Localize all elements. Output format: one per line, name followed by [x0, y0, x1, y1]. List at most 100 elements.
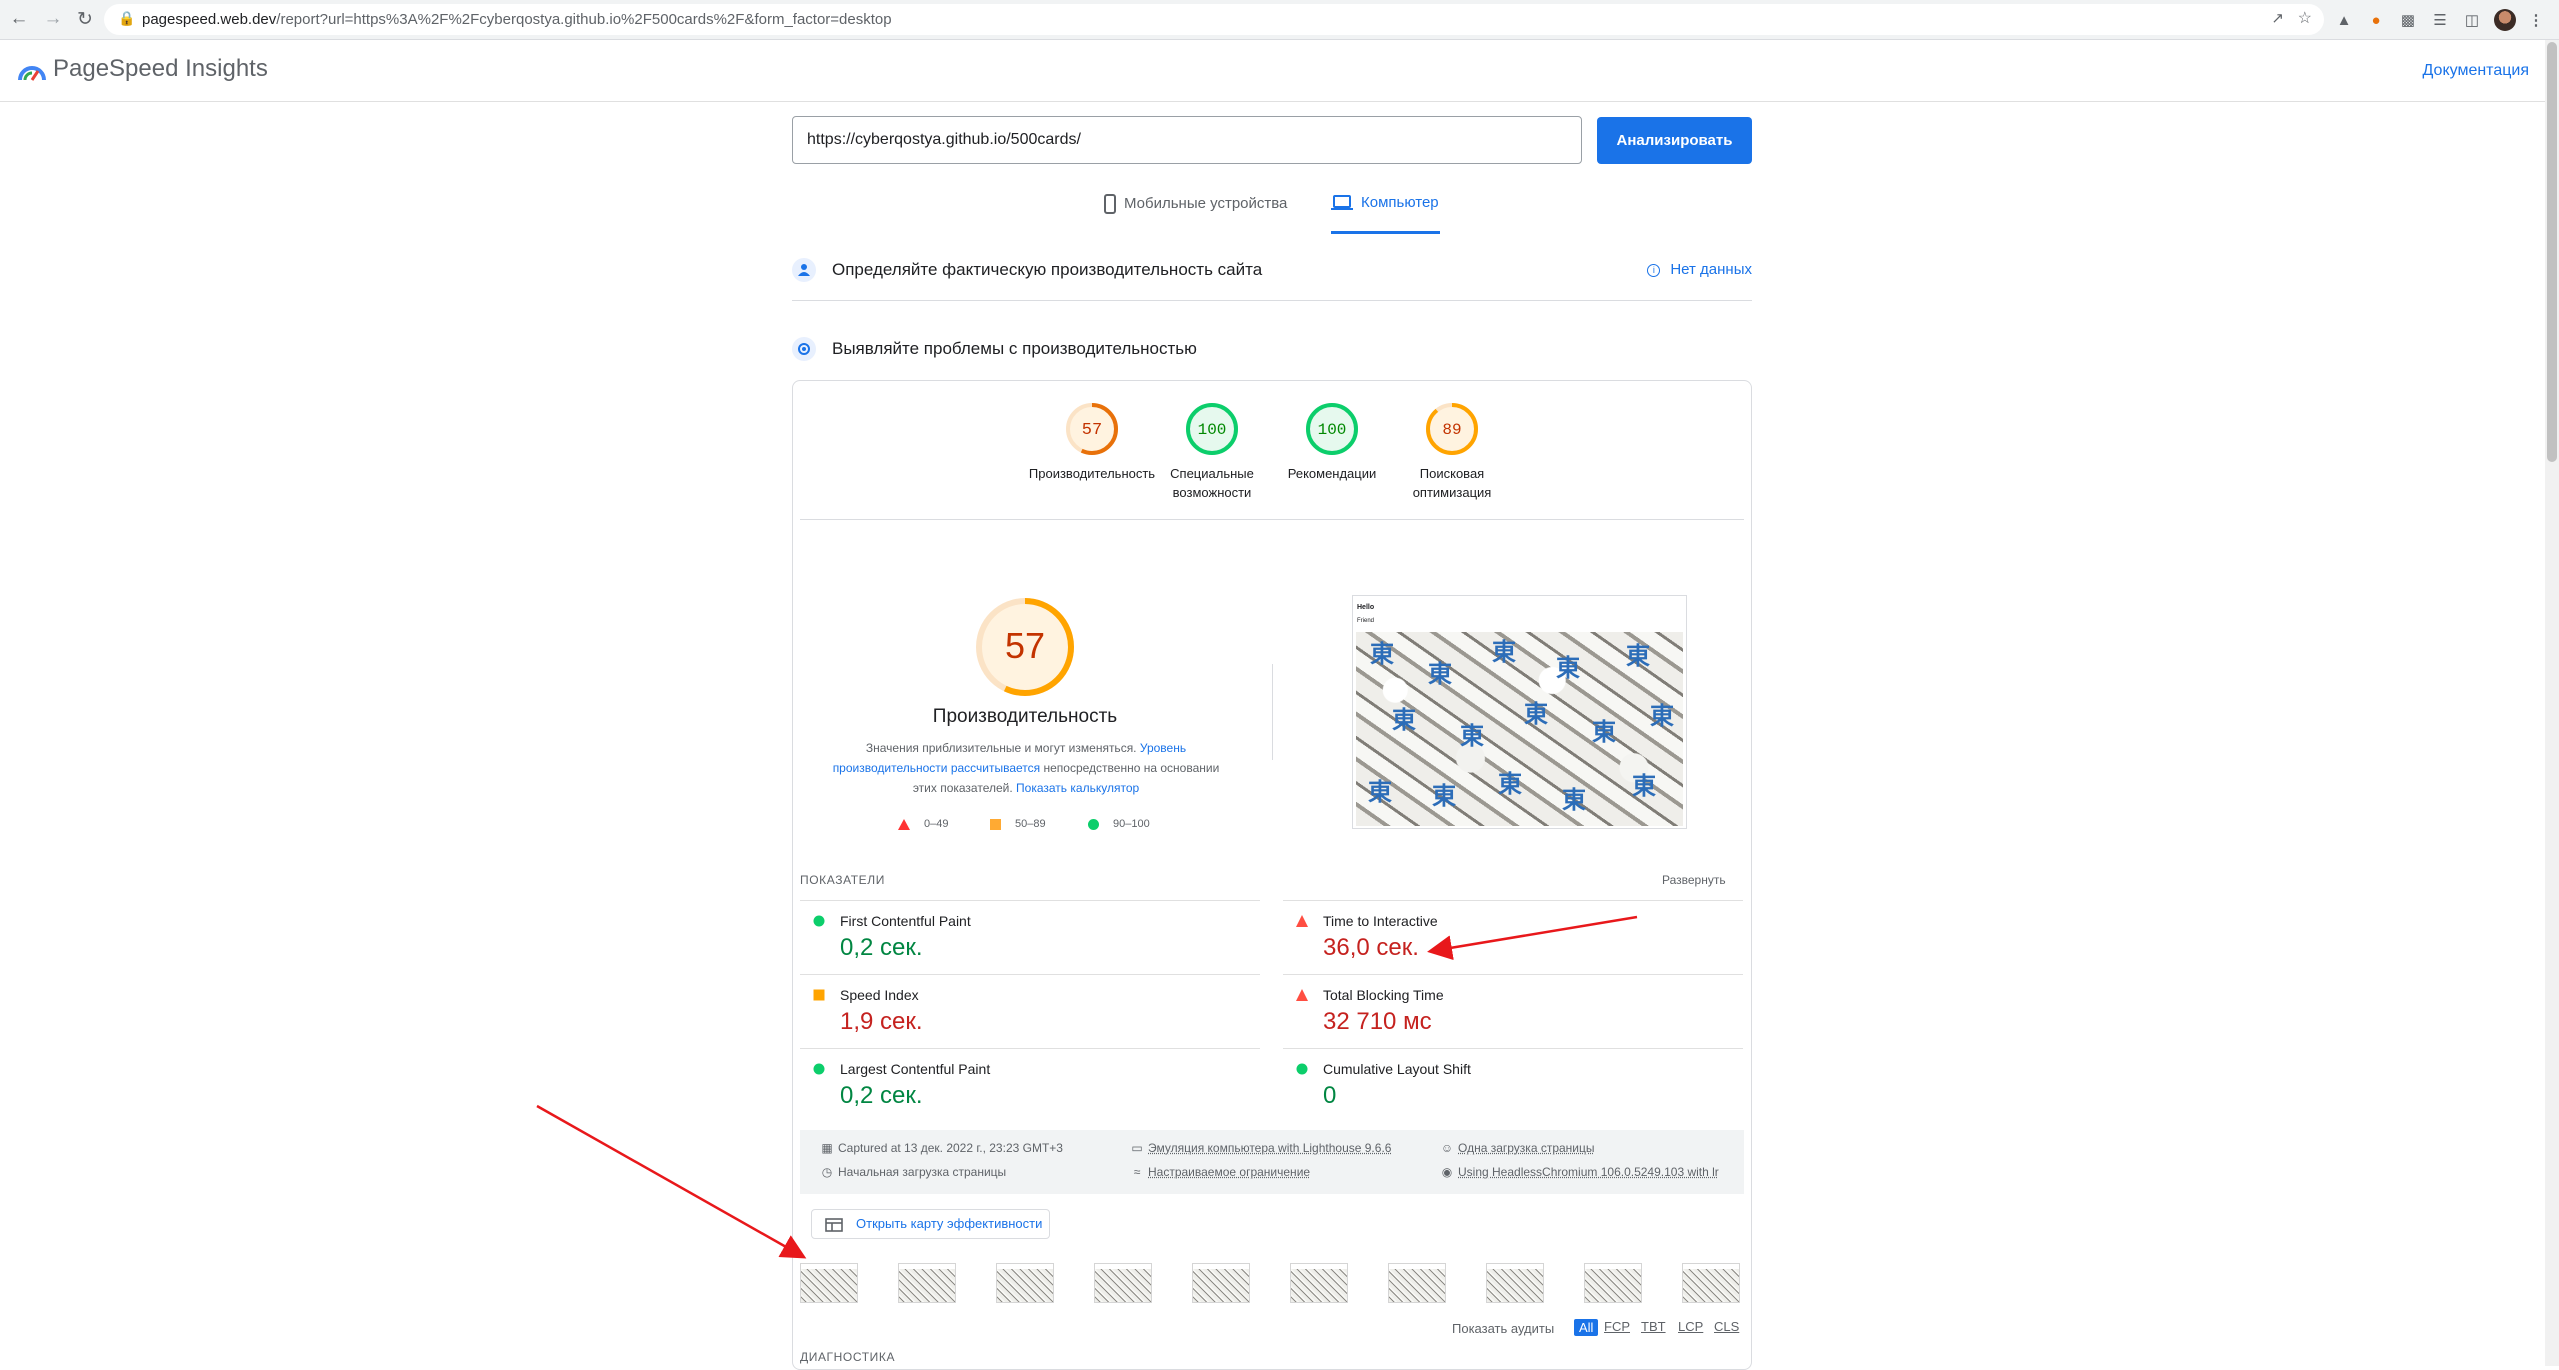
metric-name: First Contentful Paint	[840, 913, 971, 929]
filter-fcp[interactable]: FCP	[1604, 1319, 1630, 1334]
filmstrip-frame	[1192, 1263, 1250, 1303]
tab-desktop[interactable]: Компьютер	[1331, 194, 1440, 234]
browser-info[interactable]: ◉ Using HeadlessChromium 106.0.5249.103 w…	[1440, 1165, 1719, 1179]
metric-tbt: Total Blocking Time 32 710 мс	[1283, 974, 1743, 1048]
view-treemap-button[interactable]: Открыть карту эффективности	[811, 1209, 1050, 1239]
performance-big-score: 57	[1005, 625, 1045, 666]
filmstrip-frame	[996, 1263, 1054, 1303]
accessibility-gauge-ring: 100	[1185, 402, 1239, 456]
timer-icon: ◷	[820, 1165, 834, 1179]
forward-arrow-icon[interactable]: →	[40, 6, 66, 32]
category-gauge-seo[interactable]: 89 Поисковая оптимизация	[1382, 402, 1522, 502]
accessibility-label: Специальные возможности	[1142, 464, 1282, 502]
best-practices-label: Рекомендации	[1262, 464, 1402, 483]
filmstrip-frame	[1290, 1263, 1348, 1303]
category-gauge-best-practices[interactable]: 100 Рекомендации	[1262, 402, 1402, 483]
back-arrow-icon[interactable]: ←	[6, 6, 32, 32]
analyze-button[interactable]: Анализировать	[1597, 117, 1752, 164]
tab-mobile-label: Мобильные устройства	[1124, 195, 1287, 212]
performance-score: 57	[1082, 421, 1102, 440]
extension-lighthouse-icon[interactable]: ▲	[2332, 8, 2356, 32]
app-title[interactable]: PageSpeed Insights	[53, 55, 268, 83]
category-gauge-accessibility[interactable]: 100 Специальные возможности	[1142, 402, 1282, 502]
tab-desktop-label: Компьютер	[1361, 194, 1439, 211]
bookmark-star-icon[interactable]: ☆	[2298, 8, 2312, 28]
url-input[interactable]	[792, 116, 1582, 164]
chromium-icon: ◉	[1440, 1165, 1454, 1179]
calendar-icon: ▦	[820, 1141, 834, 1155]
metric-fcp: First Contentful Paint 0,2 сек.	[800, 900, 1260, 974]
info-icon: i	[1647, 264, 1660, 277]
filter-tbt[interactable]: TBT	[1641, 1319, 1666, 1334]
side-panel-icon[interactable]: ◫	[2460, 8, 2484, 32]
throttling-info[interactable]: ≈ Настраиваемое ограничение	[1130, 1165, 1310, 1179]
initial-load-info: ◷ Начальная загрузка страницы	[820, 1165, 1006, 1179]
no-data-link[interactable]: i Нет данных	[1647, 261, 1752, 278]
metric-value: 32 710 мс	[1323, 1008, 1432, 1036]
accessibility-score: 100	[1198, 421, 1227, 439]
treemap-icon	[825, 1218, 843, 1232]
address-bar[interactable]: 🔒 pagespeed.web.dev/report?url=https%3A%…	[104, 4, 2324, 35]
lab-data-title: Выявляйте проблемы с производительностью	[832, 339, 1197, 359]
circle-icon	[1088, 819, 1099, 830]
no-data-label: Нет данных	[1670, 261, 1752, 278]
reading-list-icon[interactable]: ☰	[2428, 8, 2452, 32]
runtime-settings: ▦ Captured at 13 дек. 2022 г., 23:23 GMT+…	[800, 1130, 1744, 1194]
metric-name: Speed Index	[840, 987, 919, 1003]
section-divider	[792, 300, 1752, 301]
legend-green: 90–100	[1088, 818, 1150, 830]
filter-all[interactable]: All	[1574, 1319, 1598, 1336]
gauges-divider	[800, 519, 1744, 520]
phone-icon	[1104, 194, 1116, 214]
filter-lcp[interactable]: LCP	[1678, 1319, 1703, 1334]
browser-toolbar: ← → ↻ 🔒 pagespeed.web.dev/report?url=htt…	[0, 0, 2559, 40]
single-load-info[interactable]: ☺ Одна загрузка страницы	[1440, 1141, 1595, 1155]
vertical-divider	[1272, 664, 1273, 760]
performance-note: Значения приблизительные и могут изменят…	[826, 738, 1226, 798]
annotation-arrow	[537, 1106, 802, 1256]
metric-value: 0,2 сек.	[840, 1082, 923, 1110]
metric-tti: Time to Interactive 36,0 сек.	[1283, 900, 1743, 974]
seo-gauge-ring: 89	[1425, 402, 1479, 456]
metric-name: Time to Interactive	[1323, 913, 1438, 929]
lock-icon: 🔒	[118, 10, 135, 27]
lab-flask-icon	[792, 337, 816, 361]
legend-red: 0–49	[898, 818, 948, 830]
extension-fire-icon[interactable]: ●	[2364, 8, 2388, 32]
seo-score: 89	[1442, 421, 1461, 439]
reload-icon[interactable]: ↻	[72, 6, 98, 32]
filmstrip-frame	[1486, 1263, 1544, 1303]
tab-mobile[interactable]: Мобильные устройства	[1104, 194, 1287, 234]
users-icon	[792, 258, 816, 282]
screenshot-heading: Hello	[1357, 604, 1374, 611]
expand-metrics-toggle[interactable]: Развернуть	[1662, 873, 1726, 887]
best-practices-gauge-ring: 100	[1305, 402, 1359, 456]
filmstrip-frame	[1584, 1263, 1642, 1303]
filter-cls[interactable]: CLS	[1714, 1319, 1739, 1334]
share-icon[interactable]: ↗	[2271, 9, 2284, 27]
scrollbar-thumb[interactable]	[2547, 42, 2557, 462]
category-gauge-performance[interactable]: 57 Производительность	[1022, 402, 1162, 483]
desktop-device-icon: ▭	[1130, 1141, 1144, 1155]
metric-status-icon	[1296, 915, 1308, 927]
documentation-link[interactable]: Документация	[2423, 62, 2529, 80]
triangle-icon	[898, 819, 910, 830]
filmstrip-frame	[800, 1263, 858, 1303]
address-url[interactable]: pagespeed.web.dev/report?url=https%3A%2F…	[142, 11, 892, 28]
profile-avatar[interactable]	[2494, 9, 2516, 31]
laptop-icon	[1331, 195, 1353, 211]
calculator-link[interactable]: Показать калькулятор	[1016, 781, 1139, 795]
metric-value: 0	[1323, 1082, 1336, 1110]
final-screenshot[interactable]: Hello Friend 東 東 東 東 東 東 東 東 東 東 東 東 東 東…	[1352, 595, 1687, 829]
lab-data-header: Выявляйте проблемы с производительностью	[792, 333, 1752, 369]
treemap-label: Открыть карту эффективности	[856, 1216, 1042, 1231]
metric-name: Total Blocking Time	[1323, 987, 1444, 1003]
extensions-puzzle-icon[interactable]: ▩	[2396, 8, 2420, 32]
emulation-info[interactable]: ▭ Эмуляция компьютера with Lighthouse 9.6…	[1130, 1141, 1391, 1155]
performance-label: Производительность	[1022, 464, 1162, 483]
browser-menu-icon[interactable]: ⋮	[2524, 8, 2548, 32]
metric-status-icon	[813, 915, 825, 927]
filmstrip-frame	[1682, 1263, 1740, 1303]
pagespeed-logo-icon[interactable]	[18, 58, 46, 82]
metric-status-icon	[1296, 989, 1308, 1001]
